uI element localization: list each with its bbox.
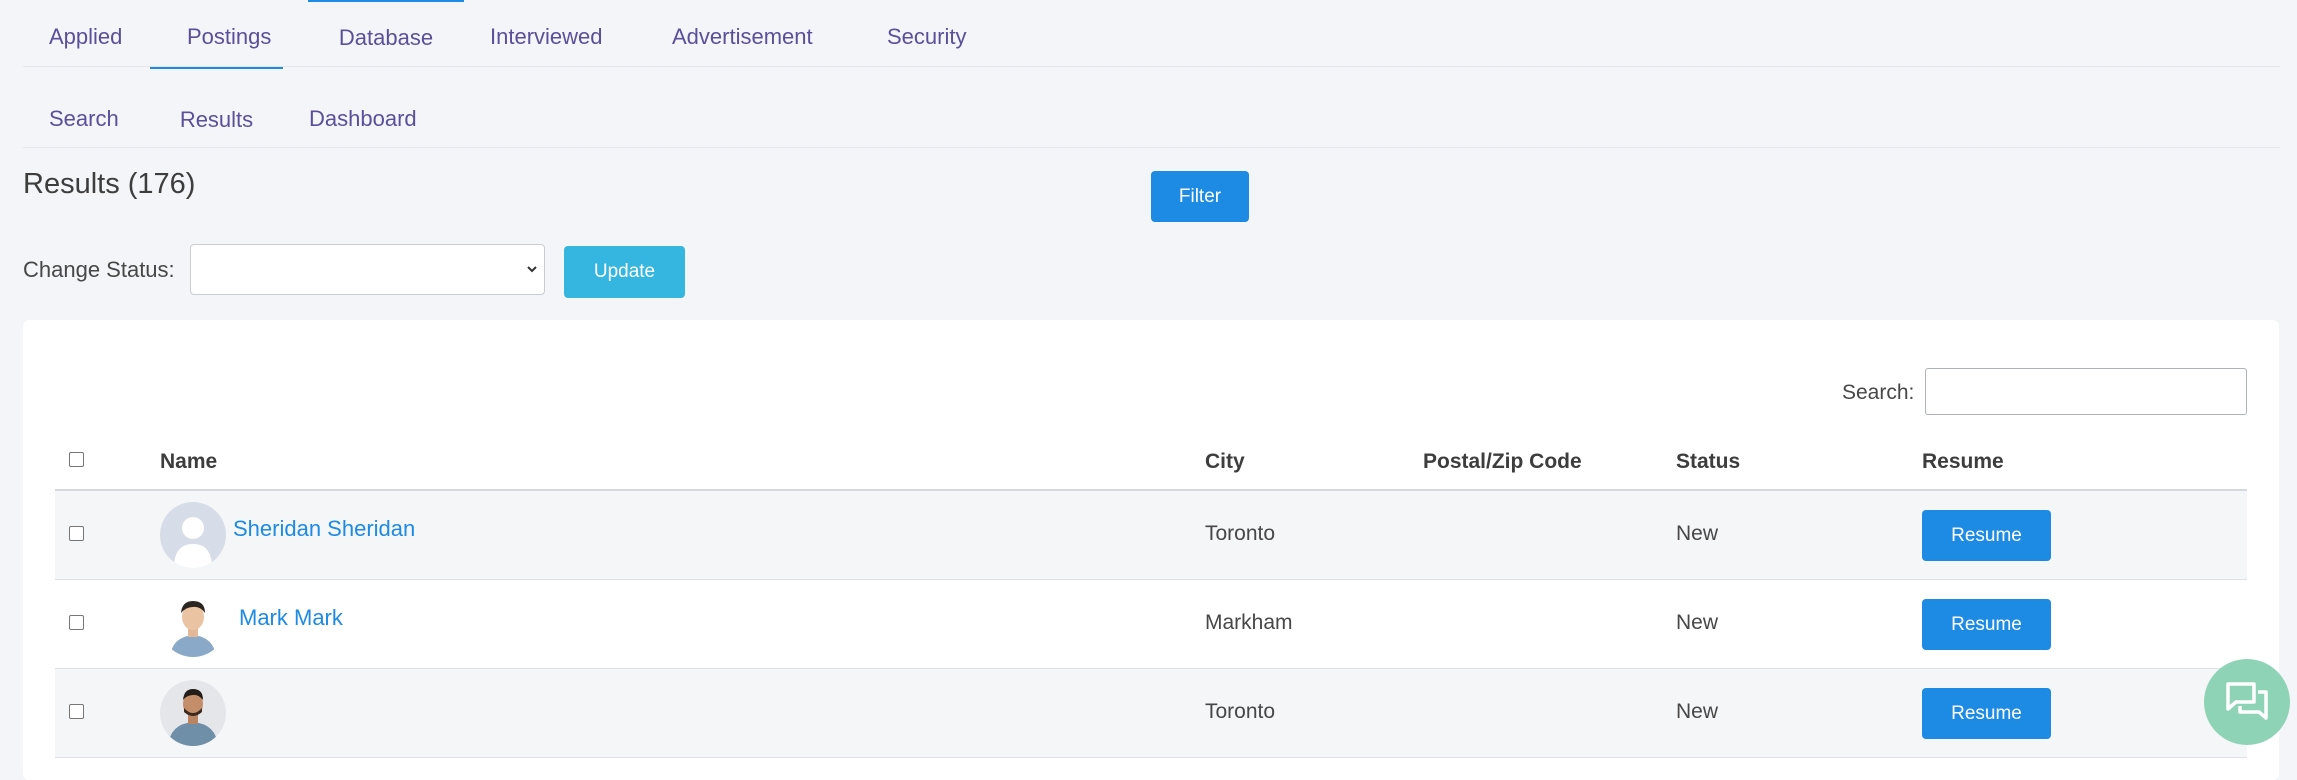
- table-search-label: Search:: [1842, 381, 1915, 404]
- cell-status: New: [1676, 522, 1719, 545]
- row-checkbox[interactable]: [69, 526, 84, 541]
- cell-city: Toronto: [1205, 522, 1276, 545]
- chevron-down-icon: [525, 259, 539, 284]
- table-row: Toronto New Resume: [55, 669, 2247, 758]
- page-title: Results (176): [23, 168, 196, 200]
- tab-interviewed[interactable]: Interviewed: [490, 0, 603, 68]
- col-header-city[interactable]: City: [1205, 450, 1245, 474]
- candidate-name-link[interactable]: Mark Mark: [239, 605, 343, 631]
- man-photo-avatar: [160, 591, 226, 657]
- tab-applied[interactable]: Applied: [49, 0, 122, 68]
- col-header-status[interactable]: Status: [1676, 450, 1740, 474]
- col-header-name[interactable]: Name: [160, 450, 217, 474]
- tab-postings[interactable]: Postings: [187, 0, 271, 68]
- update-button[interactable]: Update: [564, 246, 685, 298]
- select-all-checkbox[interactable]: [69, 452, 84, 467]
- cell-city: Toronto: [1205, 700, 1276, 723]
- placeholder-avatar: [160, 502, 226, 568]
- status-select[interactable]: [190, 244, 545, 295]
- resume-button[interactable]: Resume: [1922, 688, 2051, 739]
- tab-database[interactable]: Database: [308, 0, 464, 70]
- table-search-input[interactable]: [1925, 368, 2247, 415]
- col-header-resume[interactable]: Resume: [1922, 450, 2004, 474]
- subtabs-divider: [23, 147, 2280, 148]
- filter-button[interactable]: Filter: [1151, 171, 1249, 222]
- man-photo-avatar: [160, 680, 226, 746]
- cell-status: New: [1676, 700, 1719, 723]
- resume-button[interactable]: Resume: [1922, 599, 2051, 650]
- resume-button[interactable]: Resume: [1922, 510, 2051, 561]
- candidate-name-link[interactable]: Sheridan Sheridan: [233, 516, 415, 542]
- chat-widget-button[interactable]: [2204, 659, 2290, 745]
- cell-city: Markham: [1205, 611, 1293, 634]
- col-header-postal[interactable]: Postal/Zip Code: [1423, 450, 1582, 474]
- tab-security[interactable]: Security: [887, 0, 966, 68]
- table-row: Mark Mark Markham New Resume: [55, 580, 2247, 669]
- subtab-results[interactable]: Results: [150, 67, 283, 149]
- change-status-label: Change Status:: [23, 257, 175, 282]
- cell-status: New: [1676, 611, 1719, 634]
- row-checkbox[interactable]: [69, 704, 84, 719]
- tab-advertisement[interactable]: Advertisement: [672, 0, 813, 68]
- subtab-search[interactable]: Search: [49, 67, 119, 147]
- table-row: Sheridan Sheridan Toronto New Resume: [55, 491, 2247, 580]
- subtab-dashboard[interactable]: Dashboard: [309, 67, 417, 147]
- row-checkbox[interactable]: [69, 615, 84, 630]
- chat-icon: [2225, 681, 2269, 728]
